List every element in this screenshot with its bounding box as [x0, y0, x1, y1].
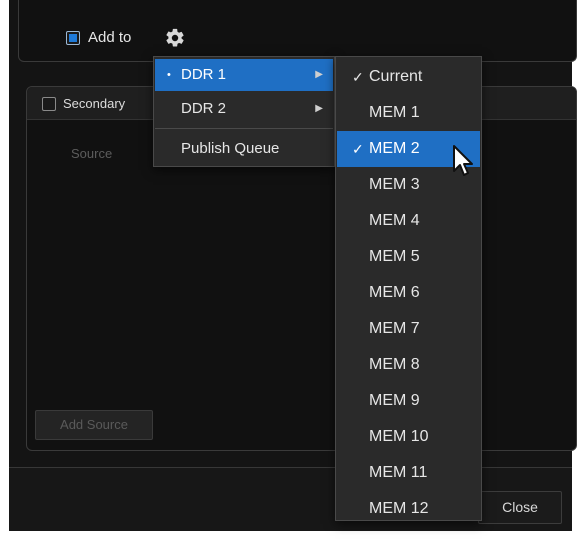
submenu-item-label: MEM 11 [369, 464, 428, 481]
mouse-cursor-icon [453, 145, 473, 176]
add-to-checkbox[interactable] [66, 31, 80, 45]
submenu-item-label: MEM 4 [369, 212, 420, 229]
source-label: Source [71, 146, 113, 161]
menu-item-publish-queue[interactable]: Publish Queue [155, 133, 333, 165]
menu-item-label: DDR 1 [181, 66, 227, 83]
submenu-item-label: MEM 5 [369, 248, 420, 265]
close-button[interactable]: Close [478, 491, 562, 524]
submenu-item-mem-8[interactable]: MEM 8 [337, 347, 480, 383]
submenu-item-label: MEM 2 [369, 140, 420, 157]
menu-item-ddr-1[interactable]: • DDR 1 ▶ [155, 59, 333, 91]
submenu-arrow-icon: ▶ [315, 103, 323, 114]
menu-item-ddr-2[interactable]: DDR 2 ▶ [155, 93, 333, 125]
submenu-item-mem-9[interactable]: MEM 9 [337, 383, 480, 419]
check-icon: ✓ [352, 69, 364, 85]
submenu-item-label: MEM 10 [369, 428, 429, 445]
add-to-label: Add to [88, 29, 132, 46]
submenu-item-label: MEM 3 [369, 176, 420, 193]
submenu-item-label: MEM 7 [369, 320, 420, 337]
submenu-arrow-icon: ▶ [315, 69, 323, 80]
submenu-item-label: MEM 12 [369, 500, 429, 517]
submenu-item-mem-12[interactable]: MEM 12 [337, 491, 480, 527]
ddr-submenu: ✓ Current MEM 1 ✓ MEM 2 MEM 3 MEM 4 MEM … [335, 56, 482, 521]
submenu-item-mem-11[interactable]: MEM 11 [337, 455, 480, 491]
submenu-item-label: MEM 1 [369, 104, 420, 121]
menu-item-label: DDR 2 [181, 100, 227, 117]
gear-icon[interactable] [164, 27, 186, 49]
submenu-item-current[interactable]: ✓ Current [337, 59, 480, 95]
secondary-label: Secondary [63, 96, 126, 111]
submenu-item-label: Current [369, 68, 423, 85]
submenu-item-label: MEM 9 [369, 392, 420, 409]
submenu-item-label: MEM 6 [369, 284, 420, 301]
menu-separator [155, 128, 333, 129]
submenu-item-mem-1[interactable]: MEM 1 [337, 95, 480, 131]
selected-bullet-icon: • [167, 69, 171, 81]
check-icon: ✓ [352, 141, 364, 157]
menu-item-label: Publish Queue [181, 140, 280, 157]
add-source-button[interactable]: Add Source [35, 410, 153, 440]
submenu-item-mem-5[interactable]: MEM 5 [337, 239, 480, 275]
submenu-item-mem-10[interactable]: MEM 10 [337, 419, 480, 455]
secondary-checkbox[interactable] [42, 97, 56, 111]
screenshot-canvas: Add to Secondary Source Add Source Close… [0, 0, 581, 539]
submenu-item-label: MEM 8 [369, 356, 420, 373]
submenu-item-mem-4[interactable]: MEM 4 [337, 203, 480, 239]
context-menu: • DDR 1 ▶ DDR 2 ▶ Publish Queue [153, 56, 335, 167]
submenu-item-mem-6[interactable]: MEM 6 [337, 275, 480, 311]
submenu-item-mem-7[interactable]: MEM 7 [337, 311, 480, 347]
